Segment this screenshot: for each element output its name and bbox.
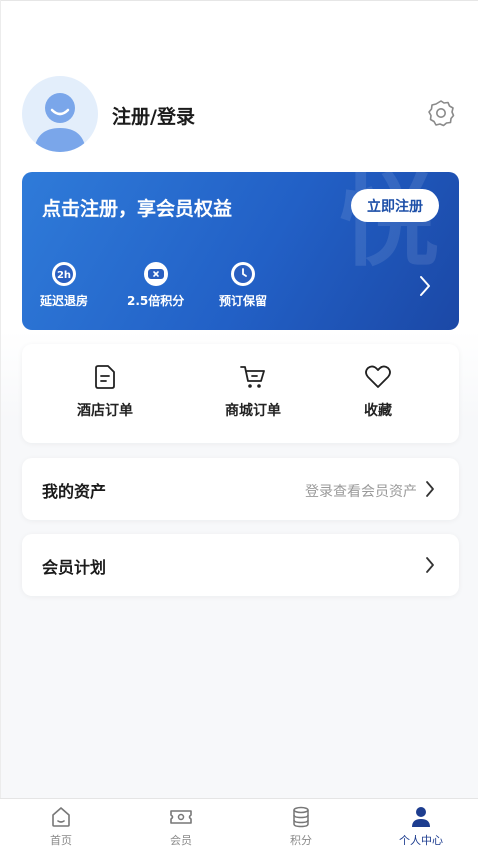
profile-header: 注册/登录	[22, 76, 456, 152]
member-ticket-icon	[170, 810, 192, 824]
top-divider	[0, 0, 478, 1]
hotel-orders-button[interactable]: 酒店订单	[77, 364, 133, 420]
login-register-link[interactable]: 注册/登录	[112, 102, 195, 129]
row-title: 我的资产	[42, 482, 107, 501]
chevron-right-icon[interactable]	[419, 275, 431, 301]
benefit-reservation-hold[interactable]: 预订保留	[219, 262, 267, 309]
bottom-tab-bar: 首页 会员 积分 个人中心	[0, 798, 478, 850]
clock-icon	[231, 262, 255, 286]
tab-label: 会员	[170, 834, 192, 847]
heart-icon	[365, 365, 391, 388]
home-icon	[52, 807, 70, 827]
member-plan-row[interactable]: 会员计划	[22, 534, 459, 596]
member-benefits-card[interactable]: 悦 点击注册，享会员权益 立即注册 2h 延迟退房 2.5倍积分 预订保留	[22, 172, 459, 330]
tab-profile[interactable]: 个人中心	[381, 805, 461, 848]
person-icon	[412, 807, 430, 827]
benefit-late-checkout[interactable]: 2h 延迟退房	[40, 262, 88, 309]
benefit-label: 预订保留	[219, 294, 268, 308]
user-avatar-icon[interactable]	[22, 76, 98, 152]
brand-watermark: 悦	[339, 172, 439, 280]
chevron-right-icon	[425, 556, 435, 578]
register-now-button[interactable]: 立即注册	[351, 189, 439, 222]
row-hint: 登录查看会员资产	[305, 484, 417, 500]
order-label: 收藏	[364, 403, 392, 419]
coins-icon	[293, 806, 309, 828]
row-title: 会员计划	[42, 558, 107, 577]
gear-icon[interactable]	[426, 98, 456, 128]
tab-label: 首页	[50, 834, 72, 847]
order-label: 酒店订单	[77, 403, 133, 419]
document-icon	[95, 365, 115, 389]
cart-icon	[240, 366, 265, 388]
benefit-label: 延迟退房	[40, 294, 89, 308]
card-title: 点击注册，享会员权益	[42, 198, 233, 220]
tab-label: 积分	[290, 834, 312, 847]
tab-member[interactable]: 会员	[141, 805, 221, 848]
orders-card: 酒店订单 商城订单 收藏	[22, 344, 459, 443]
svg-text:2h: 2h	[57, 270, 71, 281]
tab-points[interactable]: 积分	[261, 805, 341, 848]
favorites-button[interactable]: 收藏	[364, 364, 392, 420]
tab-home[interactable]: 首页	[21, 805, 101, 848]
chevron-right-icon	[425, 480, 435, 502]
my-assets-row[interactable]: 我的资产 登录查看会员资产	[22, 458, 459, 520]
order-label: 商城订单	[225, 403, 281, 419]
points-multiplier-icon	[143, 262, 168, 286]
benefit-label: 2.5倍积分	[127, 294, 185, 308]
clock-2h-icon: 2h	[52, 262, 76, 286]
benefit-points[interactable]: 2.5倍积分	[127, 262, 184, 309]
mall-orders-button[interactable]: 商城订单	[225, 364, 281, 420]
left-edge	[0, 0, 1, 850]
tab-label: 个人中心	[399, 834, 443, 847]
